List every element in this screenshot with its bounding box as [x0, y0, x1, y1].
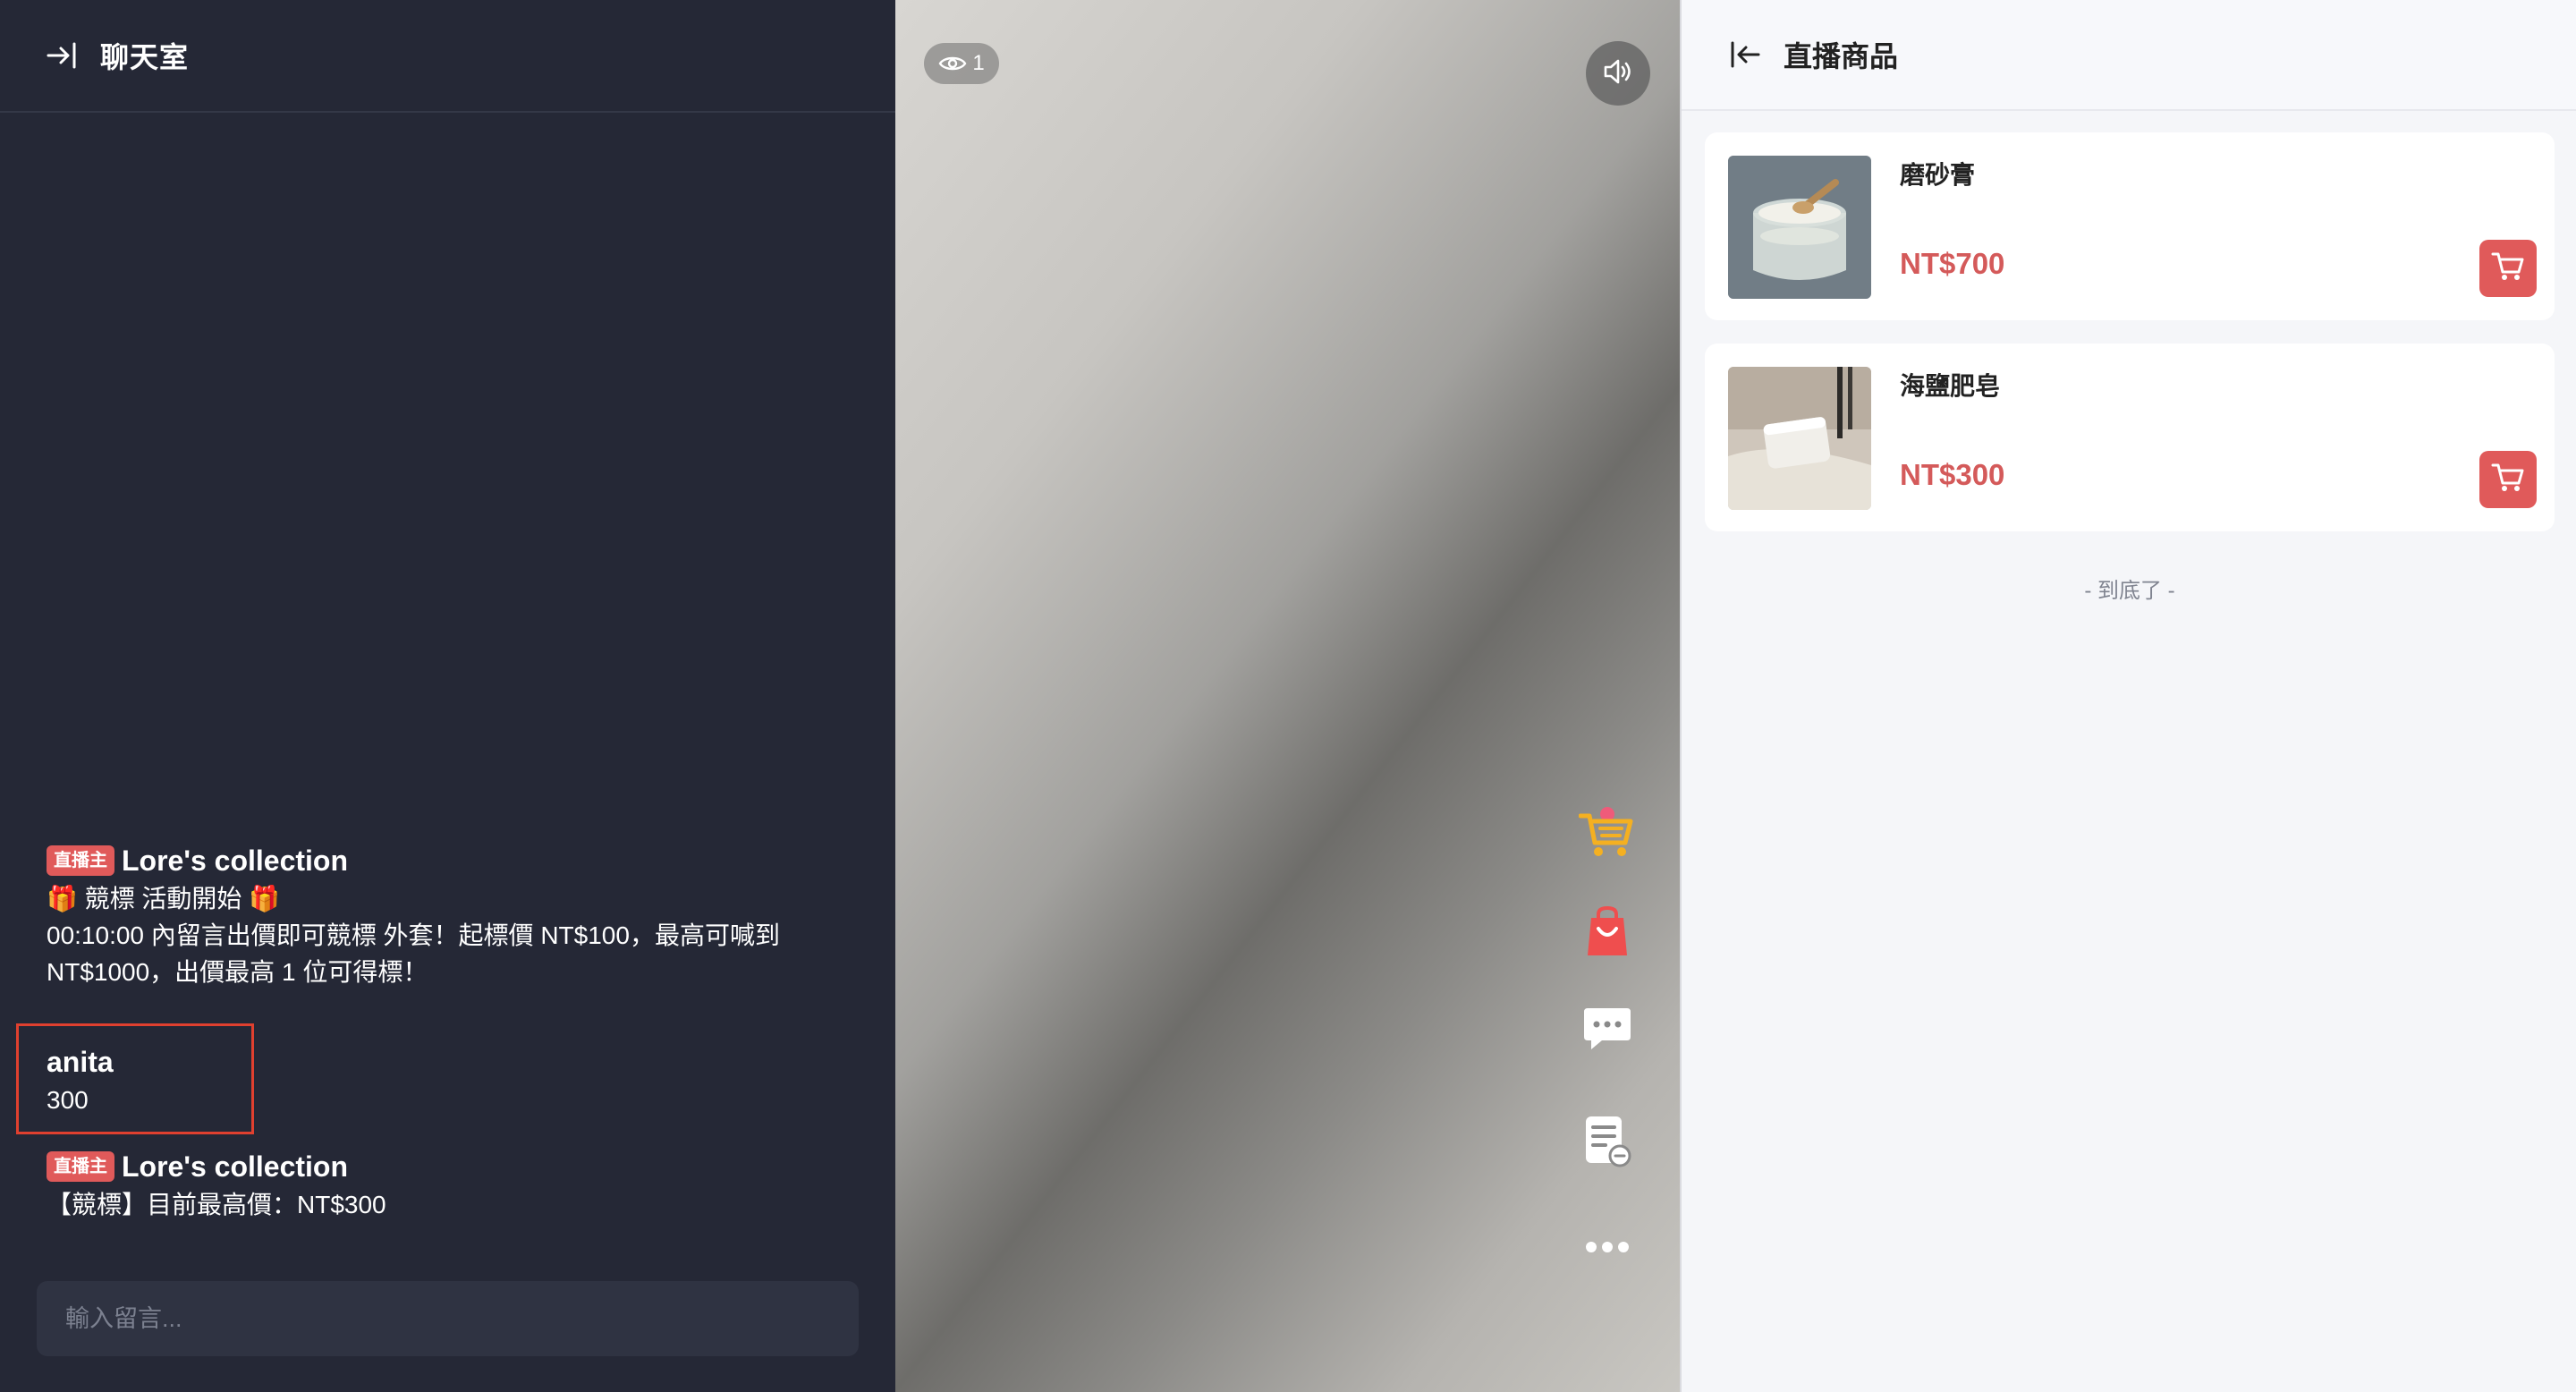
more-button[interactable] [1579, 1220, 1636, 1277]
live-video[interactable]: 1 [895, 0, 1680, 1392]
product-image[interactable] [1728, 156, 1871, 299]
collapse-right-icon[interactable] [45, 38, 79, 72]
end-of-list-text: - 到底了 - [2084, 579, 2175, 603]
message-author: Lore's collection [122, 1150, 348, 1183]
order-list-button[interactable] [1579, 1115, 1636, 1172]
add-to-cart-button[interactable] [2479, 240, 2537, 297]
more-icon [1585, 1241, 1630, 1258]
message-text: 00:10:00 內留言出價即可競標 外套！起標價 NT$100，最高可喊到 [47, 921, 780, 949]
volume-button[interactable] [1586, 41, 1650, 106]
shopping-bag-icon [1582, 905, 1632, 963]
chat-message: 直播主 Lore's collection 🎁 競標 活動開始 🎁 00:10:… [0, 841, 895, 990]
chat-bubble-icon [1582, 1005, 1632, 1057]
chat-message-list: 直播主 Lore's collection 🎁 競標 活動開始 🎁 00:10:… [0, 841, 895, 1218]
order-list-icon [1582, 1115, 1632, 1173]
shopping-bag-button[interactable] [1579, 905, 1636, 963]
eye-icon [938, 54, 967, 73]
chat-toggle-button[interactable] [1579, 1002, 1636, 1059]
product-card[interactable]: 磨砂膏 NT$700 [1705, 132, 2555, 320]
viewer-count-badge: 1 [924, 43, 999, 84]
product-panel-title: 直播商品 [1784, 40, 1899, 72]
cart-icon [2491, 462, 2525, 498]
product-card[interactable]: 海鹽肥皂 NT$300 [1705, 344, 2555, 531]
cart-button[interactable] [1578, 805, 1636, 863]
add-to-cart-button[interactable] [2479, 451, 2537, 508]
host-badge: 直播主 [47, 1151, 114, 1182]
chat-title: 聊天室 [100, 41, 190, 73]
product-image[interactable] [1728, 367, 1871, 510]
message-text: NT$1000，出價最高 1 位可得標！ [47, 958, 428, 986]
chat-input-box [37, 1281, 859, 1356]
chat-message: 直播主 Lore's collection 【競標】目前最高價：NT$300 [0, 1147, 386, 1223]
product-price: NT$300 [1900, 458, 2005, 491]
message-text: 【競標】目前最高價：NT$300 [47, 1191, 386, 1218]
product-price: NT$700 [1900, 247, 2005, 280]
message-author: anita [47, 1046, 114, 1078]
product-name: 磨砂膏 [1900, 161, 1976, 189]
chat-message-highlighted: anita 300 [16, 1023, 254, 1134]
viewer-count: 1 [972, 51, 985, 75]
chat-header: 聊天室 [0, 0, 895, 113]
cart-icon [1578, 805, 1636, 863]
message-text: 🎁 競標 活動開始 🎁 [47, 885, 281, 912]
host-badge: 直播主 [47, 845, 114, 876]
message-text: 300 [47, 1086, 89, 1114]
cart-icon [2491, 250, 2525, 287]
chat-input[interactable] [65, 1304, 859, 1333]
collapse-left-icon[interactable] [1728, 38, 1762, 72]
product-name: 海鹽肥皂 [1900, 372, 2001, 400]
product-header: 直播商品 [1682, 0, 2576, 111]
message-author: Lore's collection [122, 844, 348, 877]
volume-icon [1602, 57, 1634, 90]
product-panel: 直播商品 磨砂膏 NT$700 海鹽肥皂 NT$300 - 到底了 - [1680, 0, 2576, 1392]
chat-panel: 聊天室 直播主 Lore's collection 🎁 競標 活動開始 🎁 00… [0, 0, 895, 1392]
